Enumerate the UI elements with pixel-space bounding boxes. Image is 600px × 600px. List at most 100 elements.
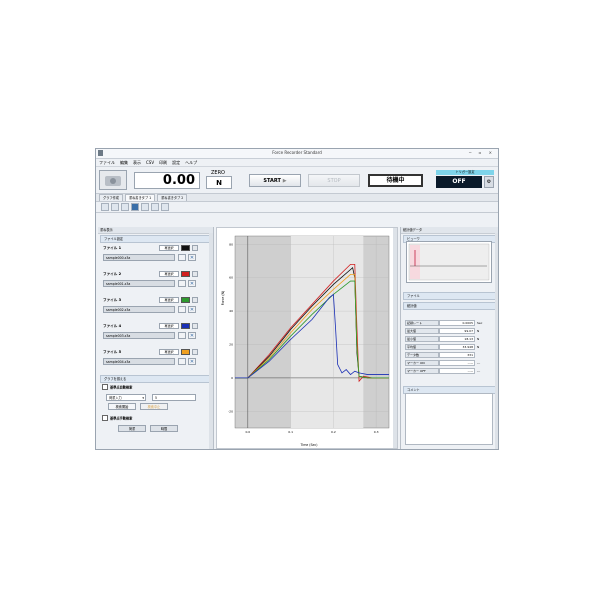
reselect-button[interactable]: 再選択: [159, 271, 179, 277]
app-window: Force Recorder Standard ─ ▫ × ファイル 編集 表示…: [95, 148, 499, 450]
color-swatch[interactable]: [181, 349, 190, 355]
stat-row: 最大値 99.07 N: [405, 327, 485, 334]
manual-align-cols: 荷重 時間: [102, 424, 209, 433]
stat-unit: ---: [477, 360, 481, 365]
menu-csv[interactable]: CSV: [146, 160, 154, 165]
file-name-field[interactable]: sample003.z3a: [103, 332, 175, 339]
color-picker-button[interactable]: [192, 245, 198, 251]
trigger-value: OFF: [436, 176, 482, 188]
y-tick-label: 60: [229, 276, 233, 280]
align-mode-value: 荷重入力: [109, 396, 122, 400]
menu-edit[interactable]: 編集: [120, 160, 128, 166]
overlay-icon[interactable]: [131, 203, 139, 211]
stat-key: 記録レート: [405, 319, 439, 326]
trigger-settings-button[interactable]: ⚙: [484, 176, 494, 188]
file-row: ファイル 5 再選択 sample004.z3a ✕: [101, 348, 210, 374]
stat-value: 18.13: [439, 335, 475, 342]
align-graphs-header[interactable]: グラフを揃える: [100, 375, 211, 383]
stat-value: 33.948: [439, 343, 475, 350]
remove-file-button[interactable]: ✕: [188, 306, 196, 313]
zoom-icon[interactable]: [141, 203, 149, 211]
play-icon: ▶: [282, 178, 287, 184]
remove-file-button[interactable]: ✕: [188, 280, 196, 287]
stats-panel-title: 統計値データ: [401, 227, 498, 234]
color-picker-button[interactable]: [192, 297, 198, 303]
manual-align-checkbox[interactable]: [102, 415, 108, 421]
search-stop-button[interactable]: 検索中止: [140, 403, 168, 410]
reselect-button[interactable]: 再選択: [159, 297, 179, 303]
tab-graph-create[interactable]: グラフ作成: [99, 194, 123, 201]
color-swatch[interactable]: [181, 297, 190, 303]
file-settings-header[interactable]: ファイル設定: [100, 235, 211, 243]
color-swatch[interactable]: [181, 271, 190, 277]
stop-button[interactable]: STOP: [308, 174, 360, 187]
file-name-field[interactable]: sample000.z3a: [103, 254, 175, 261]
left-scrollbar[interactable]: [209, 233, 213, 449]
viewer-preview: [406, 241, 492, 283]
comment-field[interactable]: [405, 393, 493, 445]
menu-help[interactable]: ヘルプ: [185, 160, 197, 166]
manual-align-row: 基準点手動検索: [102, 415, 209, 424]
remove-file-button[interactable]: ✕: [188, 254, 196, 261]
chart-scrollbar[interactable]: [393, 228, 397, 448]
menu-settings[interactable]: 設定: [172, 160, 180, 166]
open-file-button[interactable]: [178, 306, 186, 313]
selection-band: [290, 236, 364, 428]
tab-overlay-1[interactable]: 重ね書きタブ 1: [124, 194, 156, 201]
cursor-icon[interactable]: [151, 203, 159, 211]
file-row: ファイル 1 再選択 sample000.z3a ✕: [101, 244, 210, 270]
tab-overlay-2[interactable]: 重ね書きタブ 2: [157, 194, 188, 201]
remove-file-button[interactable]: ✕: [188, 332, 196, 339]
reselect-button[interactable]: 再選択: [159, 323, 179, 329]
reselect-button[interactable]: 再選択: [159, 349, 179, 355]
color-picker-button[interactable]: [192, 271, 198, 277]
toolbar: 0.00 ZERO N START ▶ STOP 待機中 トリガー設定 OFF …: [96, 167, 498, 194]
file-name-field[interactable]: sample001.z3a: [103, 280, 175, 287]
stat-value: 99.07: [439, 327, 475, 334]
menu-file[interactable]: ファイル: [99, 160, 115, 166]
start-label: START: [263, 178, 281, 184]
color-swatch[interactable]: [181, 245, 190, 251]
file-name-field[interactable]: sample004.z3a: [103, 358, 175, 365]
open-file-button[interactable]: [178, 280, 186, 287]
overlay-panel-title: 重ね表示: [98, 227, 213, 234]
manual-time-column: 時間: [150, 425, 178, 432]
open-icon[interactable]: [111, 203, 119, 211]
x-tick-label: 0.3: [374, 430, 379, 434]
right-scrollbar[interactable]: [495, 233, 498, 449]
unit-display[interactable]: N: [206, 176, 232, 189]
open-file-button[interactable]: [178, 358, 186, 365]
menu-view[interactable]: 表示: [133, 160, 141, 166]
open-file-button[interactable]: [178, 332, 186, 339]
stat-value: -----: [439, 367, 475, 374]
file-name-field[interactable]: sample002.z3a: [103, 306, 175, 313]
open-file-button[interactable]: [178, 254, 186, 261]
stats-header[interactable]: 統計値: [403, 302, 498, 310]
y-tick-label: 40: [229, 309, 233, 313]
window-controls[interactable]: ─ ▫ ×: [469, 150, 495, 155]
plot-background: [234, 235, 390, 429]
menu-print[interactable]: 印刷: [159, 160, 167, 166]
color-picker-button[interactable]: [192, 323, 198, 329]
remove-file-button[interactable]: ✕: [188, 358, 196, 365]
color-picker-button[interactable]: [192, 349, 198, 355]
title-bar: Force Recorder Standard ─ ▫ ×: [96, 149, 498, 159]
stats-table: 記録レート 0.0005 Sec 最大値 99.07 N 最小値 18.13 N 平均値 33…: [405, 319, 485, 375]
align-mode-dropdown[interactable]: 荷重入力 ▾: [106, 394, 146, 401]
stat-key: 平均値: [405, 343, 439, 350]
reselect-button[interactable]: 再選択: [159, 245, 179, 251]
file-header[interactable]: ファイル: [403, 292, 498, 300]
color-swatch[interactable]: [181, 323, 190, 329]
print-icon[interactable]: [161, 203, 169, 211]
align-threshold-input[interactable]: 5: [152, 394, 196, 401]
start-button[interactable]: START ▶: [249, 174, 301, 187]
trigger-settings: トリガー設定 OFF ⚙: [436, 170, 494, 190]
stat-key: データ数: [405, 351, 439, 358]
save-icon[interactable]: [101, 203, 109, 211]
copy-icon[interactable]: [121, 203, 129, 211]
auto-align-label: 基準点自動検索: [110, 385, 133, 390]
force-value-display: 0.00: [134, 172, 200, 189]
camera-button[interactable]: [99, 170, 127, 190]
auto-align-checkbox[interactable]: [102, 384, 108, 390]
search-start-button[interactable]: 検索開始: [108, 403, 136, 410]
